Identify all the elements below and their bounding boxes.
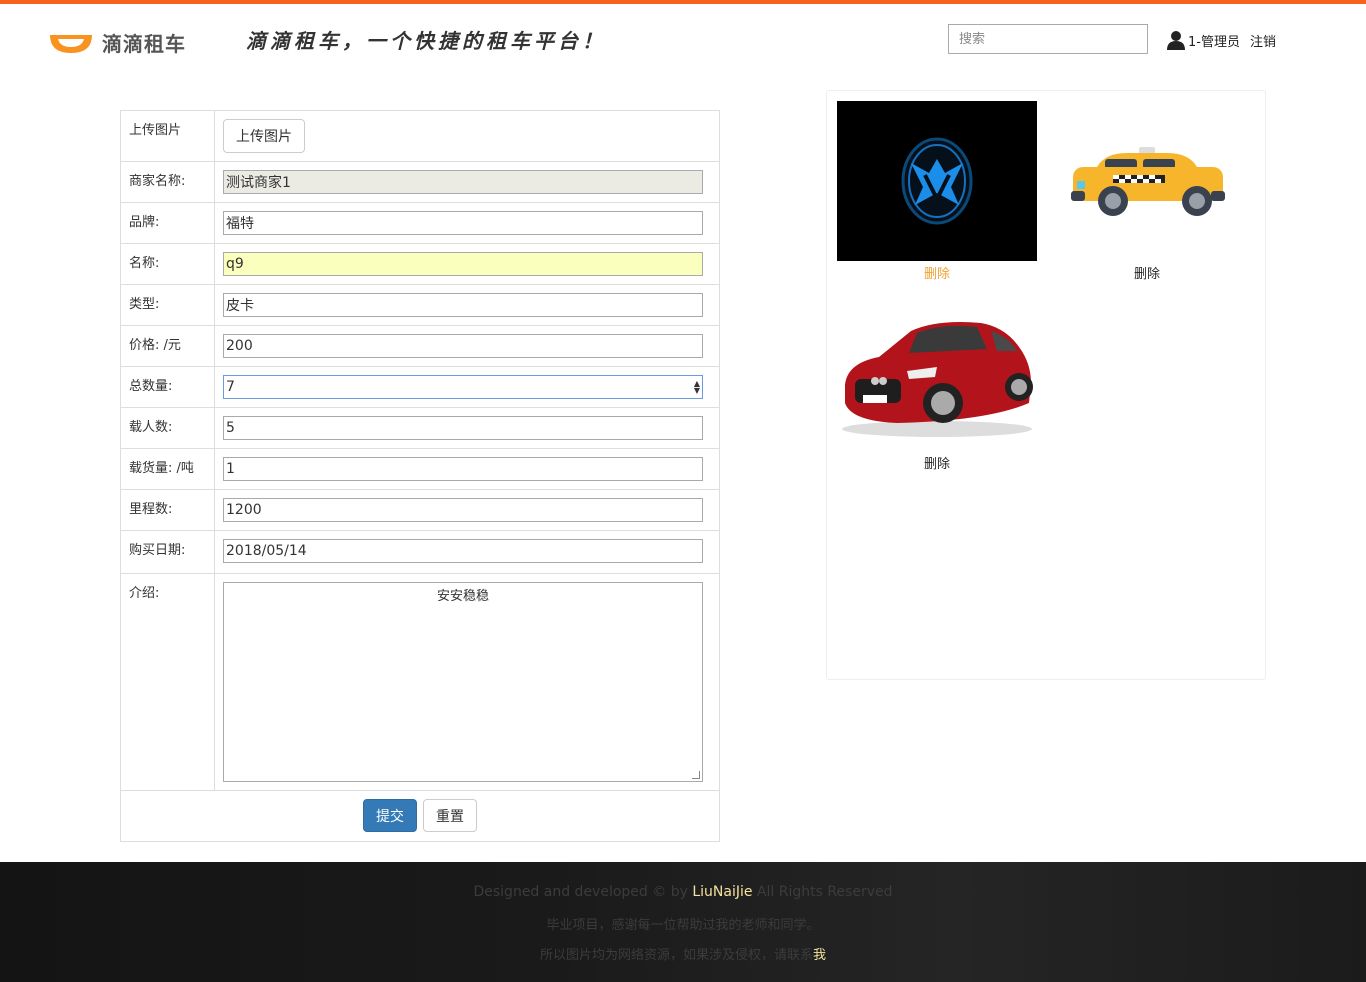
mileage-label: 里程数: xyxy=(120,489,215,531)
footer-disclaimer-text: 所以图片均为网络资源，如果涉及侵权，请联系 xyxy=(539,948,813,963)
passengers-label: 载人数: xyxy=(120,407,215,449)
footer-author-link[interactable]: LiuNaiJie xyxy=(692,884,752,900)
name-field[interactable]: q9 xyxy=(223,252,703,276)
search-input[interactable] xyxy=(948,24,1148,54)
didi-logo-icon xyxy=(48,31,94,55)
name-label: 名称: xyxy=(120,243,215,285)
footer-copyright-suffix: All Rights Reserved xyxy=(752,884,893,900)
footer-disclaimer: 所以图片均为网络资源，如果涉及侵权，请联系我 xyxy=(0,944,1366,963)
brand-label: 品牌: xyxy=(120,202,215,244)
logout-link[interactable]: 注销 xyxy=(1250,31,1276,50)
reset-button[interactable]: 重置 xyxy=(423,799,477,832)
footer-contact-link[interactable]: 我 xyxy=(813,948,826,963)
shield-eagle-logo-image[interactable] xyxy=(837,101,1037,261)
delete-image-button[interactable]: 删除 xyxy=(837,453,1037,472)
gallery-item: 删除 xyxy=(1047,101,1247,282)
quantity-stepper[interactable]: 7 ▲ ▼ xyxy=(223,375,703,399)
car-edit-form: 上传图片 上传图片 商家名称: 测试商家1 品牌: 福特 名称: q9 类型: … xyxy=(120,110,720,842)
merchant-label: 商家名称: xyxy=(120,161,215,203)
intro-textarea[interactable]: 安安稳稳 xyxy=(223,582,703,782)
cargo-field[interactable]: 1 xyxy=(223,457,703,481)
brand-field[interactable]: 福特 xyxy=(223,211,703,235)
delete-image-button[interactable]: 删除 xyxy=(1047,263,1247,282)
footer-copyright: Designed and developed © by LiuNaiJie Al… xyxy=(0,884,1366,900)
gallery-item: 删除 xyxy=(837,291,1037,472)
gallery-item: 删除 xyxy=(837,101,1037,282)
image-gallery: 删除 删除 删除 xyxy=(826,90,1266,680)
merchant-field: 测试商家1 xyxy=(223,170,703,194)
upload-label: 上传图片 xyxy=(120,110,215,162)
red-sedan-image[interactable] xyxy=(837,291,1037,451)
site-logo[interactable]: 滴滴租车 xyxy=(48,28,186,57)
intro-text: 安安稳稳 xyxy=(436,589,489,604)
footer-copyright-prefix: Designed and developed © by xyxy=(473,884,693,900)
type-field[interactable]: 皮卡 xyxy=(223,293,703,317)
top-accent-bar xyxy=(0,0,1366,4)
passengers-field[interactable]: 5 xyxy=(223,416,703,440)
intro-label: 介绍: xyxy=(120,573,215,791)
upload-image-button[interactable]: 上传图片 xyxy=(223,119,305,153)
mileage-field[interactable]: 1200 xyxy=(223,498,703,522)
user-menu: 1-管理员 注销 xyxy=(1166,30,1276,50)
footer-thanks: 毕业项目，感谢每一位帮助过我的老师和同学。 xyxy=(546,918,820,933)
quantity-value: 7 xyxy=(226,379,235,395)
spinner-arrows-icon[interactable]: ▲ ▼ xyxy=(694,380,700,395)
logo-text: 滴滴租车 xyxy=(102,32,186,56)
user-name[interactable]: 1-管理员 xyxy=(1188,31,1240,50)
price-label: 价格: /元 xyxy=(120,325,215,367)
purchase-date-label: 购买日期: xyxy=(120,530,215,574)
submit-button[interactable]: 提交 xyxy=(363,799,417,832)
quantity-label: 总数量: xyxy=(120,366,215,408)
site-slogan: 滴滴租车，一个快捷的租车平台！ xyxy=(246,29,606,53)
resize-handle-icon[interactable] xyxy=(692,771,700,779)
yellow-taxi-image[interactable] xyxy=(1047,101,1247,261)
user-icon xyxy=(1167,31,1185,50)
price-field[interactable]: 200 xyxy=(223,334,703,358)
type-label: 类型: xyxy=(120,284,215,326)
purchase-date-field[interactable]: 2018/05/14 xyxy=(223,539,703,563)
delete-image-button[interactable]: 删除 xyxy=(837,263,1037,282)
page-footer: Designed and developed © by LiuNaiJie Al… xyxy=(0,862,1366,982)
cargo-label: 载货量: /吨 xyxy=(120,448,215,490)
